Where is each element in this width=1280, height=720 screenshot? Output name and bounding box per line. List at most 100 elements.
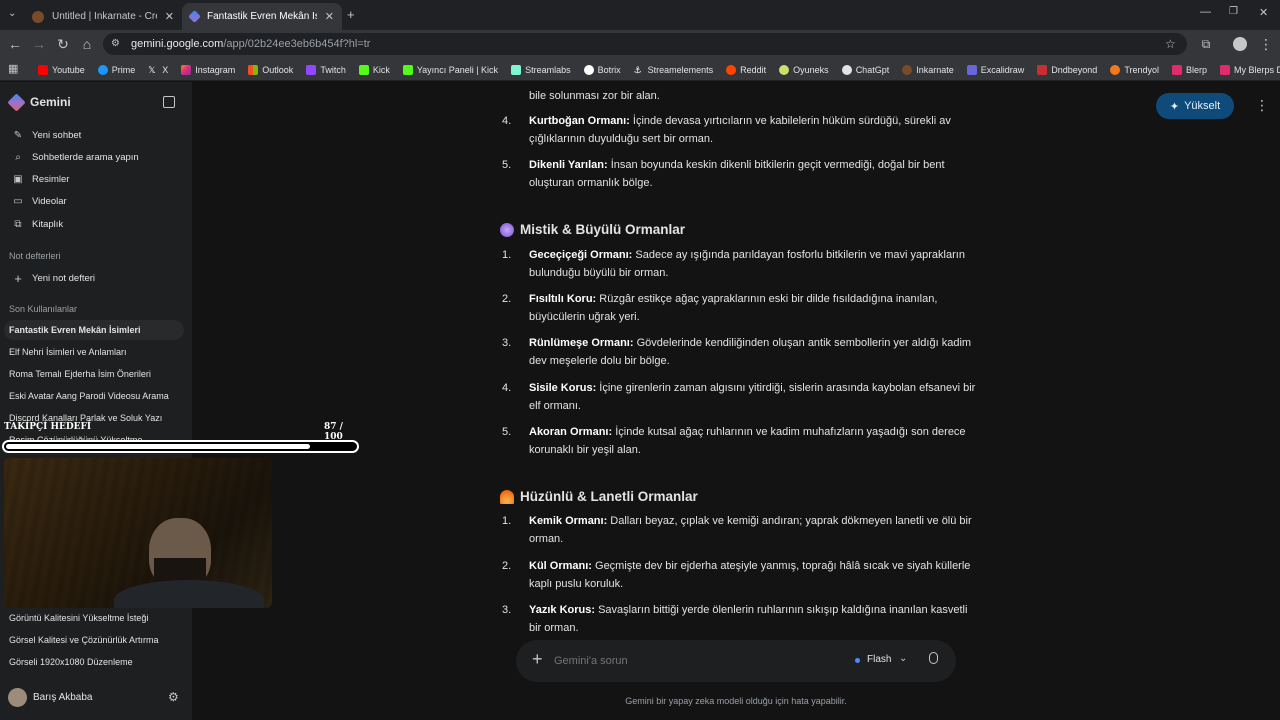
apps-grid-icon[interactable]: ▦ — [8, 64, 18, 75]
profile-avatar[interactable] — [1233, 37, 1247, 51]
bookmark-dndbeyond[interactable]: Dndbeyond — [1037, 64, 1097, 75]
tab-gemini[interactable]: Fantastik Evren Mekân İsimleri ✕ — [182, 3, 342, 30]
section-heading: Hüzünlü & Lanetli Ormanlar — [500, 489, 698, 504]
user-name: Barış Akbaba — [33, 692, 93, 703]
gemini-logo-icon — [7, 93, 26, 112]
site-info-icon[interactable]: ⚙ — [111, 38, 123, 50]
instagram-icon — [181, 64, 192, 75]
prompt-input[interactable] — [554, 651, 834, 671]
bookmark-streamelements[interactable]: ⚓ Streamelements — [634, 65, 714, 75]
outlook-icon — [248, 64, 259, 75]
bookmark-prime[interactable]: Prime — [97, 64, 135, 75]
tab-title: Untitled | Inkarnate - Create Fa — [52, 11, 157, 22]
tab-list-chevron-icon[interactable]: ⌄ — [8, 8, 16, 19]
bookmark-chatgpt[interactable]: ChatGpt — [841, 64, 889, 75]
goal-count: 87 / 100 — [324, 422, 343, 442]
tab-inkarnate[interactable]: Untitled | Inkarnate - Create Fa ✕ — [24, 3, 182, 30]
settings-gear-icon[interactable]: ⚙ — [168, 690, 179, 704]
tab-title: Fantastik Evren Mekân İsimleri — [207, 11, 317, 22]
reddit-icon — [726, 64, 737, 75]
image-icon: ▣ — [13, 174, 23, 185]
bookmark-instagram[interactable]: Instagram — [181, 64, 235, 75]
reload-icon[interactable]: ↻ — [54, 35, 72, 53]
bookmark-blerp[interactable]: Blerp — [1172, 64, 1207, 75]
bookmark-inkarnate[interactable]: Inkarnate — [902, 64, 954, 75]
browser-menu-icon[interactable]: ⋮ — [1257, 35, 1275, 53]
oyuneks-icon — [779, 64, 790, 75]
recent-chat-item[interactable]: Roma Temalı Ejderha İsim Önerileri — [9, 369, 181, 379]
close-icon[interactable]: ✕ — [325, 10, 334, 23]
video-icon: ▭ — [13, 196, 23, 207]
collapse-sidebar-icon[interactable] — [163, 96, 175, 108]
chatgpt-icon — [841, 64, 852, 75]
restore-icon[interactable]: ❐ — [1229, 6, 1238, 17]
home-icon[interactable]: ⌂ — [78, 35, 96, 53]
bookmark-youtube[interactable]: Youtube — [38, 64, 85, 75]
follower-goal-widget: TAKİPÇİ HEDEFİ 87 / 100 — [0, 420, 362, 456]
minimize-icon[interactable]: — — [1200, 6, 1211, 18]
section-heading: Mistik & Büyülü Ormanlar — [500, 222, 685, 237]
streamelements-icon: ⚓ — [633, 64, 642, 75]
recent-chat-item[interactable]: Görseli 1920x1080 Düzenleme — [9, 657, 181, 667]
bookmark-streamlabs[interactable]: Streamlabs — [511, 64, 571, 75]
extensions-puzzle-icon[interactable]: ⧉ — [1197, 35, 1215, 53]
brand-title[interactable]: Gemini — [30, 95, 71, 109]
inkarnate-icon — [902, 64, 913, 75]
prompt-composer: + Flash ⌄ — [516, 640, 956, 682]
botrix-icon — [583, 64, 594, 75]
disclaimer-footer: Gemini bir yapay zeka modeli olduğu için… — [625, 696, 847, 706]
chevron-down-icon[interactable]: ⌄ — [899, 653, 907, 664]
blerp-icon — [1220, 64, 1231, 75]
bookmark-excalidraw[interactable]: Excalidraw — [966, 64, 1024, 75]
model-status-dot — [855, 658, 860, 663]
bookmarks-bar: ▦ Youtube Prime 𝕏X Instagram Outlook Twi… — [0, 59, 1280, 81]
upgrade-button[interactable]: ✦ Yükselt — [1156, 93, 1234, 119]
avatar[interactable] — [8, 688, 27, 707]
close-icon[interactable]: ✕ — [165, 10, 174, 23]
library-button[interactable]: ⧉ Kitaplık — [12, 219, 63, 230]
recent-chat-item[interactable]: Görüntü Kalitesini Yükseltme İsteği — [9, 613, 181, 623]
bookmark-kick[interactable]: Kick — [358, 64, 390, 75]
microphone-icon[interactable] — [929, 652, 938, 664]
bookmark-star-icon[interactable]: ☆ — [1165, 37, 1176, 51]
back-arrow-icon[interactable]: ← — [6, 35, 24, 53]
recent-heading: Son Kullanılanlar — [9, 304, 78, 314]
excalidraw-icon — [966, 64, 977, 75]
recent-chat-item[interactable]: Görsel Kalitesi ve Çözünürlük Artırma — [9, 635, 181, 645]
edit-icon: ✎ — [13, 130, 23, 141]
more-options-icon[interactable]: ⋮ — [1255, 97, 1269, 114]
videos-button[interactable]: ▭ Videolar — [12, 196, 66, 207]
search-chats-button[interactable]: ⌕ Sohbetlerde arama yapın — [12, 152, 139, 163]
bookmark-twitch[interactable]: Twitch — [306, 64, 346, 75]
bookmark-blerps-dashboard[interactable]: My Blerps Dashboard — [1220, 64, 1280, 75]
bookmark-oyuneks[interactable]: Oyuneks — [779, 64, 829, 75]
streamlabs-icon — [511, 64, 522, 75]
new-chat-button[interactable]: ✎ Yeni sohbet — [12, 130, 82, 141]
goal-progress-fill — [6, 444, 310, 449]
address-bar[interactable]: ⚙ gemini.google.com/app/02b24ee3eb6b454f… — [103, 33, 1187, 55]
bookmark-x[interactable]: 𝕏X — [148, 65, 168, 75]
bookmark-kick-dashboard[interactable]: Yayıncı Paneli | Kick — [402, 64, 498, 75]
bookmark-reddit[interactable]: Reddit — [726, 64, 766, 75]
new-notebook-button[interactable]: + Yeni not defteri — [12, 271, 95, 286]
crystal-ball-icon — [500, 222, 514, 237]
recent-chat-item[interactable]: Eski Avatar Aang Parodi Videosu Arama — [9, 391, 181, 401]
recent-chat-item[interactable]: Elf Nehri İsimleri ve Anlamları — [9, 347, 181, 357]
bookmark-outlook[interactable]: Outlook — [248, 64, 293, 75]
new-tab-plus-icon[interactable]: + — [347, 7, 355, 22]
bookmark-trendyol[interactable]: Trendyol — [1110, 64, 1159, 75]
inkarnate-favicon-icon — [32, 10, 44, 23]
recent-chat-item[interactable]: Fantastik Evren Mekân İsimleri — [4, 320, 184, 340]
url-path: /app/02b24ee3eb6b454f?hl=tr — [223, 38, 371, 50]
images-button[interactable]: ▣ Resimler — [12, 174, 69, 185]
forward-arrow-icon[interactable]: → — [30, 35, 48, 53]
blerp-icon — [1172, 64, 1182, 75]
goal-progress-track — [2, 440, 359, 453]
plus-icon: + — [14, 271, 22, 286]
bookmark-botrix[interactable]: Botrix — [583, 64, 621, 75]
x-logo-icon: 𝕏 — [148, 64, 156, 75]
model-selector[interactable]: Flash — [867, 654, 891, 665]
url-host: gemini.google.com — [131, 38, 224, 50]
add-attachment-plus-icon[interactable]: + — [532, 649, 543, 670]
window-close-icon[interactable]: ✕ — [1259, 6, 1268, 19]
